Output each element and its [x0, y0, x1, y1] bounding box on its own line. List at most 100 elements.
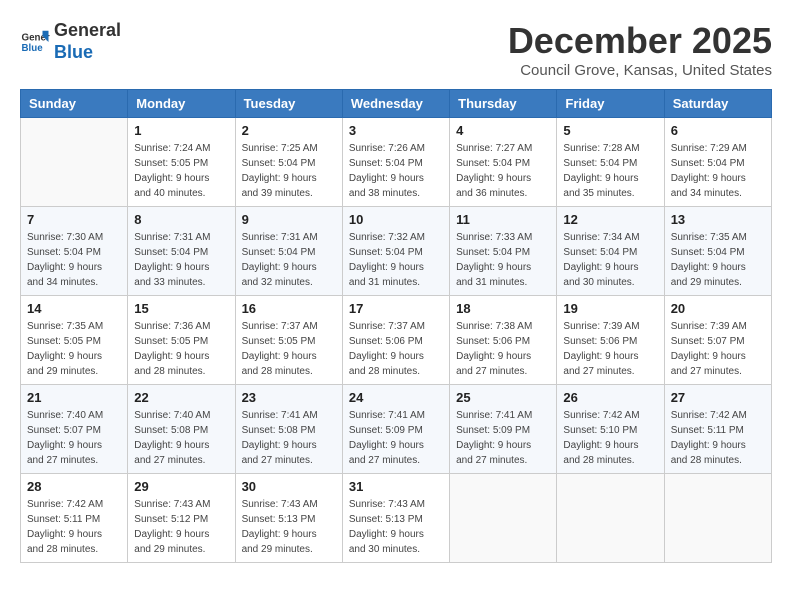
day-detail: Sunrise: 7:40 AM Sunset: 5:08 PM Dayligh… [134, 408, 228, 468]
day-detail: Sunrise: 7:34 AM Sunset: 5:04 PM Dayligh… [563, 230, 657, 290]
calendar-cell: 17Sunrise: 7:37 AM Sunset: 5:06 PM Dayli… [342, 296, 449, 385]
day-number: 29 [134, 479, 228, 494]
day-number: 10 [349, 212, 443, 227]
day-number: 27 [671, 390, 765, 405]
calendar-cell: 5Sunrise: 7:28 AM Sunset: 5:04 PM Daylig… [557, 118, 664, 207]
title-section: December 2025 Council Grove, Kansas, Uni… [508, 20, 772, 79]
day-detail: Sunrise: 7:32 AM Sunset: 5:04 PM Dayligh… [349, 230, 443, 290]
day-number: 18 [456, 301, 550, 316]
week-row-5: 28 Sunrise: 7:42 AM Sunset: 5:11 PM Dayli… [21, 474, 772, 563]
calendar-cell: 16 Sunrise: 7:37 AM Sunset: 5:05 PM Dayli… [235, 296, 342, 385]
calendar-cell: 15 Sunrise: 7:36 AM Sunset: 5:05 PM Dayli… [128, 296, 235, 385]
svg-text:Blue: Blue [22, 43, 44, 54]
day-detail: Sunrise: 7:43 AM Sunset: 5:13 PM Dayligh… [242, 497, 336, 557]
logo-icon: General Blue [20, 27, 50, 57]
day-detail: Sunrise: 7:41 AM Sunset: 5:08 PM Dayligh… [242, 408, 336, 468]
day-detail: Sunrise: 7:39 AM Sunset: 5:07 PM Dayligh… [671, 319, 765, 379]
weekday-header-monday: Monday [128, 90, 235, 118]
location: Council Grove, Kansas, United States [508, 62, 772, 79]
day-detail: Sunrise: 7:43 AM Sunset: 5:13 PM Dayligh… [349, 497, 443, 557]
day-detail: Sunrise: 7:42 AM Sunset: 5:10 PM Dayligh… [563, 408, 657, 468]
weekday-header-tuesday: Tuesday [235, 90, 342, 118]
day-detail: Sunrise: 7:30 AM Sunset: 5:04 PM Dayligh… [27, 230, 121, 290]
calendar-cell: 3Sunrise: 7:26 AM Sunset: 5:04 PM Daylig… [342, 118, 449, 207]
day-detail: Sunrise: 7:27 AM Sunset: 5:04 PM Dayligh… [456, 141, 550, 201]
day-number: 24 [349, 390, 443, 405]
calendar-cell: 20 Sunrise: 7:39 AM Sunset: 5:07 PM Dayli… [664, 296, 771, 385]
day-detail: Sunrise: 7:41 AM Sunset: 5:09 PM Dayligh… [349, 408, 443, 468]
day-detail: Sunrise: 7:29 AM Sunset: 5:04 PM Dayligh… [671, 141, 765, 201]
day-number: 28 [27, 479, 121, 494]
day-detail: Sunrise: 7:36 AM Sunset: 5:05 PM Dayligh… [134, 319, 228, 379]
day-number: 7 [27, 212, 121, 227]
calendar-cell: 7 Sunrise: 7:30 AM Sunset: 5:04 PM Daylig… [21, 207, 128, 296]
logo-text: General Blue [54, 20, 121, 63]
day-detail: Sunrise: 7:24 AM Sunset: 5:05 PM Dayligh… [134, 141, 228, 201]
calendar-cell: 14Sunrise: 7:35 AM Sunset: 5:05 PM Dayli… [21, 296, 128, 385]
calendar-cell: 11 Sunrise: 7:33 AM Sunset: 5:04 PM Dayli… [450, 207, 557, 296]
calendar-cell: 31Sunrise: 7:43 AM Sunset: 5:13 PM Dayli… [342, 474, 449, 563]
calendar-cell [557, 474, 664, 563]
day-number: 8 [134, 212, 228, 227]
day-number: 19 [563, 301, 657, 316]
day-number: 4 [456, 123, 550, 138]
calendar-cell: 9 Sunrise: 7:31 AM Sunset: 5:04 PM Daylig… [235, 207, 342, 296]
day-number: 22 [134, 390, 228, 405]
day-detail: Sunrise: 7:43 AM Sunset: 5:12 PM Dayligh… [134, 497, 228, 557]
calendar-cell: 29 Sunrise: 7:43 AM Sunset: 5:12 PM Dayli… [128, 474, 235, 563]
calendar-cell: 13Sunrise: 7:35 AM Sunset: 5:04 PM Dayli… [664, 207, 771, 296]
day-number: 13 [671, 212, 765, 227]
calendar-cell: 27 Sunrise: 7:42 AM Sunset: 5:11 PM Dayli… [664, 385, 771, 474]
week-row-3: 14Sunrise: 7:35 AM Sunset: 5:05 PM Dayli… [21, 296, 772, 385]
calendar-cell: 21Sunrise: 7:40 AM Sunset: 5:07 PM Dayli… [21, 385, 128, 474]
calendar-cell: 25Sunrise: 7:41 AM Sunset: 5:09 PM Dayli… [450, 385, 557, 474]
month-title: December 2025 [508, 20, 772, 62]
day-number: 6 [671, 123, 765, 138]
day-detail: Sunrise: 7:38 AM Sunset: 5:06 PM Dayligh… [456, 319, 550, 379]
header: General Blue General Blue December 2025 … [20, 20, 772, 79]
week-row-2: 7 Sunrise: 7:30 AM Sunset: 5:04 PM Daylig… [21, 207, 772, 296]
day-number: 16 [242, 301, 336, 316]
calendar-cell [450, 474, 557, 563]
calendar-cell: 22 Sunrise: 7:40 AM Sunset: 5:08 PM Dayli… [128, 385, 235, 474]
day-number: 20 [671, 301, 765, 316]
day-detail: Sunrise: 7:33 AM Sunset: 5:04 PM Dayligh… [456, 230, 550, 290]
day-detail: Sunrise: 7:37 AM Sunset: 5:06 PM Dayligh… [349, 319, 443, 379]
weekday-header-thursday: Thursday [450, 90, 557, 118]
day-detail: Sunrise: 7:31 AM Sunset: 5:04 PM Dayligh… [242, 230, 336, 290]
day-number: 12 [563, 212, 657, 227]
day-detail: Sunrise: 7:41 AM Sunset: 5:09 PM Dayligh… [456, 408, 550, 468]
weekday-header-row: SundayMondayTuesdayWednesdayThursdayFrid… [21, 90, 772, 118]
day-number: 26 [563, 390, 657, 405]
day-number: 1 [134, 123, 228, 138]
day-number: 11 [456, 212, 550, 227]
week-row-1: 1 Sunrise: 7:24 AM Sunset: 5:05 PM Daylig… [21, 118, 772, 207]
day-number: 21 [27, 390, 121, 405]
calendar: SundayMondayTuesdayWednesdayThursdayFrid… [20, 89, 772, 563]
week-row-4: 21Sunrise: 7:40 AM Sunset: 5:07 PM Dayli… [21, 385, 772, 474]
calendar-cell: 8 Sunrise: 7:31 AM Sunset: 5:04 PM Daylig… [128, 207, 235, 296]
calendar-cell [21, 118, 128, 207]
calendar-cell: 28 Sunrise: 7:42 AM Sunset: 5:11 PM Dayli… [21, 474, 128, 563]
day-number: 9 [242, 212, 336, 227]
day-detail: Sunrise: 7:28 AM Sunset: 5:04 PM Dayligh… [563, 141, 657, 201]
day-number: 23 [242, 390, 336, 405]
calendar-cell: 1 Sunrise: 7:24 AM Sunset: 5:05 PM Daylig… [128, 118, 235, 207]
day-detail: Sunrise: 7:37 AM Sunset: 5:05 PM Dayligh… [242, 319, 336, 379]
weekday-header-sunday: Sunday [21, 90, 128, 118]
weekday-header-saturday: Saturday [664, 90, 771, 118]
calendar-cell: 26 Sunrise: 7:42 AM Sunset: 5:10 PM Dayli… [557, 385, 664, 474]
day-number: 15 [134, 301, 228, 316]
day-detail: Sunrise: 7:42 AM Sunset: 5:11 PM Dayligh… [671, 408, 765, 468]
day-number: 2 [242, 123, 336, 138]
day-detail: Sunrise: 7:42 AM Sunset: 5:11 PM Dayligh… [27, 497, 121, 557]
day-detail: Sunrise: 7:35 AM Sunset: 5:05 PM Dayligh… [27, 319, 121, 379]
day-detail: Sunrise: 7:25 AM Sunset: 5:04 PM Dayligh… [242, 141, 336, 201]
day-detail: Sunrise: 7:31 AM Sunset: 5:04 PM Dayligh… [134, 230, 228, 290]
calendar-cell: 24 Sunrise: 7:41 AM Sunset: 5:09 PM Dayli… [342, 385, 449, 474]
weekday-header-friday: Friday [557, 90, 664, 118]
calendar-cell [664, 474, 771, 563]
logo-line2: Blue [54, 42, 121, 64]
logo: General Blue General Blue [20, 20, 121, 63]
calendar-cell: 12 Sunrise: 7:34 AM Sunset: 5:04 PM Dayli… [557, 207, 664, 296]
